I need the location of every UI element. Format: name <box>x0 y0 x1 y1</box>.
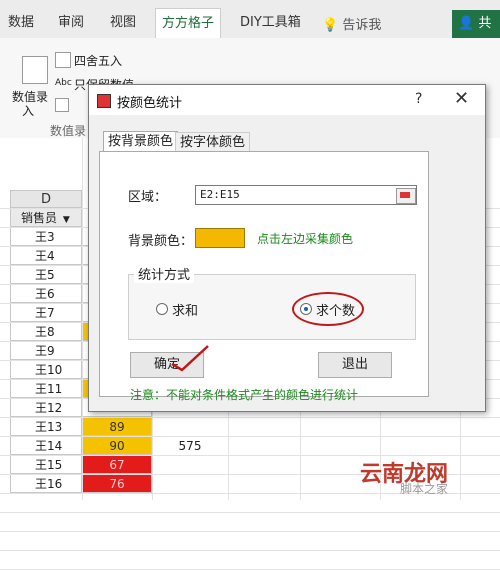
watermark-sub: 脚本之家 <box>400 482 449 496</box>
salesperson-cell[interactable]: 王5 <box>10 265 82 284</box>
salesperson-cell[interactable]: 王3 <box>10 227 82 246</box>
dialog-title: 按颜色统计 <box>117 96 183 111</box>
value-cell[interactable]: 89 <box>82 417 152 436</box>
range-input[interactable]: E2:E15 <box>195 185 417 205</box>
tab-view[interactable]: 视图 <box>104 8 142 38</box>
salesperson-cell[interactable]: 王15 <box>10 455 82 474</box>
value-cell[interactable]: 76 <box>82 474 152 493</box>
salesperson-cell[interactable]: 王9 <box>10 341 82 360</box>
round-label[interactable]: 四舍五入 <box>74 52 122 69</box>
grid-hline <box>0 550 500 551</box>
salesperson-cell[interactable]: 王16 <box>10 474 82 493</box>
column-header-d[interactable]: D <box>10 190 82 208</box>
salesperson-cell[interactable]: 王14 <box>10 436 82 455</box>
round-icon[interactable] <box>55 52 71 68</box>
person-icon: 👤 <box>458 16 475 31</box>
tab-diy-toolbox[interactable]: DIY工具箱 <box>234 8 307 38</box>
grid-hline <box>0 512 500 513</box>
exit-button[interactable]: 退出 <box>318 352 392 378</box>
radio-sum[interactable] <box>156 303 168 315</box>
salesperson-cell[interactable]: 王11 <box>10 379 82 398</box>
salesperson-cell[interactable]: 王6 <box>10 284 82 303</box>
range-picker-icon[interactable] <box>396 188 416 204</box>
abc-icon: Abc <box>55 78 72 88</box>
pick-color-hint: 点击左边采集颜色 <box>257 232 354 246</box>
value-cell[interactable]: 90 <box>82 436 152 455</box>
value-cell[interactable]: 67 <box>82 455 152 474</box>
lightbulb-icon: 💡 <box>322 18 339 33</box>
salesperson-cell[interactable]: 王12 <box>10 398 82 417</box>
tab-fangfang[interactable]: 方方格子 <box>155 8 222 39</box>
value-entry-icon[interactable] <box>22 56 48 84</box>
tab-review[interactable]: 审阅 <box>52 8 90 38</box>
range-value: E2:E15 <box>200 188 240 201</box>
salesperson-cell[interactable]: 王10 <box>10 360 82 379</box>
tab-background-color[interactable]: 按背景颜色 <box>103 131 179 151</box>
ribbon-tab-bar: 数据 审阅 视图 方方格子 DIY工具箱 💡 告诉我 👤 共享 <box>0 0 500 59</box>
header-cell-salesperson[interactable]: 销售员 ▼ <box>10 208 82 227</box>
grid-hline <box>0 417 500 418</box>
method-group-title: 统计方式 <box>134 264 195 283</box>
tell-me-label: 告诉我 <box>342 18 382 33</box>
help-button[interactable]: ? <box>415 91 422 107</box>
salesperson-cell[interactable]: 王13 <box>10 417 82 436</box>
close-button[interactable]: ✕ <box>454 88 469 109</box>
bg-color-swatch[interactable] <box>195 228 245 248</box>
dialog-note: 注意：不能对条件格式产生的颜色进行统计 <box>130 388 359 402</box>
value-entry-sub-label: 入 <box>22 104 35 118</box>
annotation-circle <box>292 292 364 326</box>
tab-data[interactable]: 数据 <box>2 8 40 38</box>
annotation-checkmark <box>171 345 209 372</box>
grid-vline <box>82 138 83 500</box>
bg-color-label: 背景颜色： <box>128 234 194 249</box>
salesperson-cell[interactable]: 王8 <box>10 322 82 341</box>
dialog-titlebar: 按颜色统计 ? ✕ <box>89 85 485 115</box>
edit-icon[interactable] <box>55 98 69 112</box>
grid-hline <box>0 531 500 532</box>
grid-hline <box>0 436 500 437</box>
filter-dropdown-icon[interactable]: ▼ <box>63 215 70 225</box>
salesperson-cell[interactable]: 王4 <box>10 246 82 265</box>
tell-me-search[interactable]: 💡 告诉我 <box>322 14 381 33</box>
result-cell[interactable]: 575 <box>152 437 228 456</box>
share-button[interactable]: 👤 共享 <box>452 10 500 59</box>
header-cell-text: 销售员 <box>21 211 58 225</box>
radio-sum-label[interactable]: 求和 <box>172 300 198 319</box>
range-label: 区域： <box>128 190 168 205</box>
dialog-app-icon <box>97 94 111 108</box>
salesperson-cell[interactable]: 王7 <box>10 303 82 322</box>
tab-font-color[interactable]: 按字体颜色 <box>175 132 251 152</box>
ribbon-group-label: 数值录 <box>50 124 87 138</box>
